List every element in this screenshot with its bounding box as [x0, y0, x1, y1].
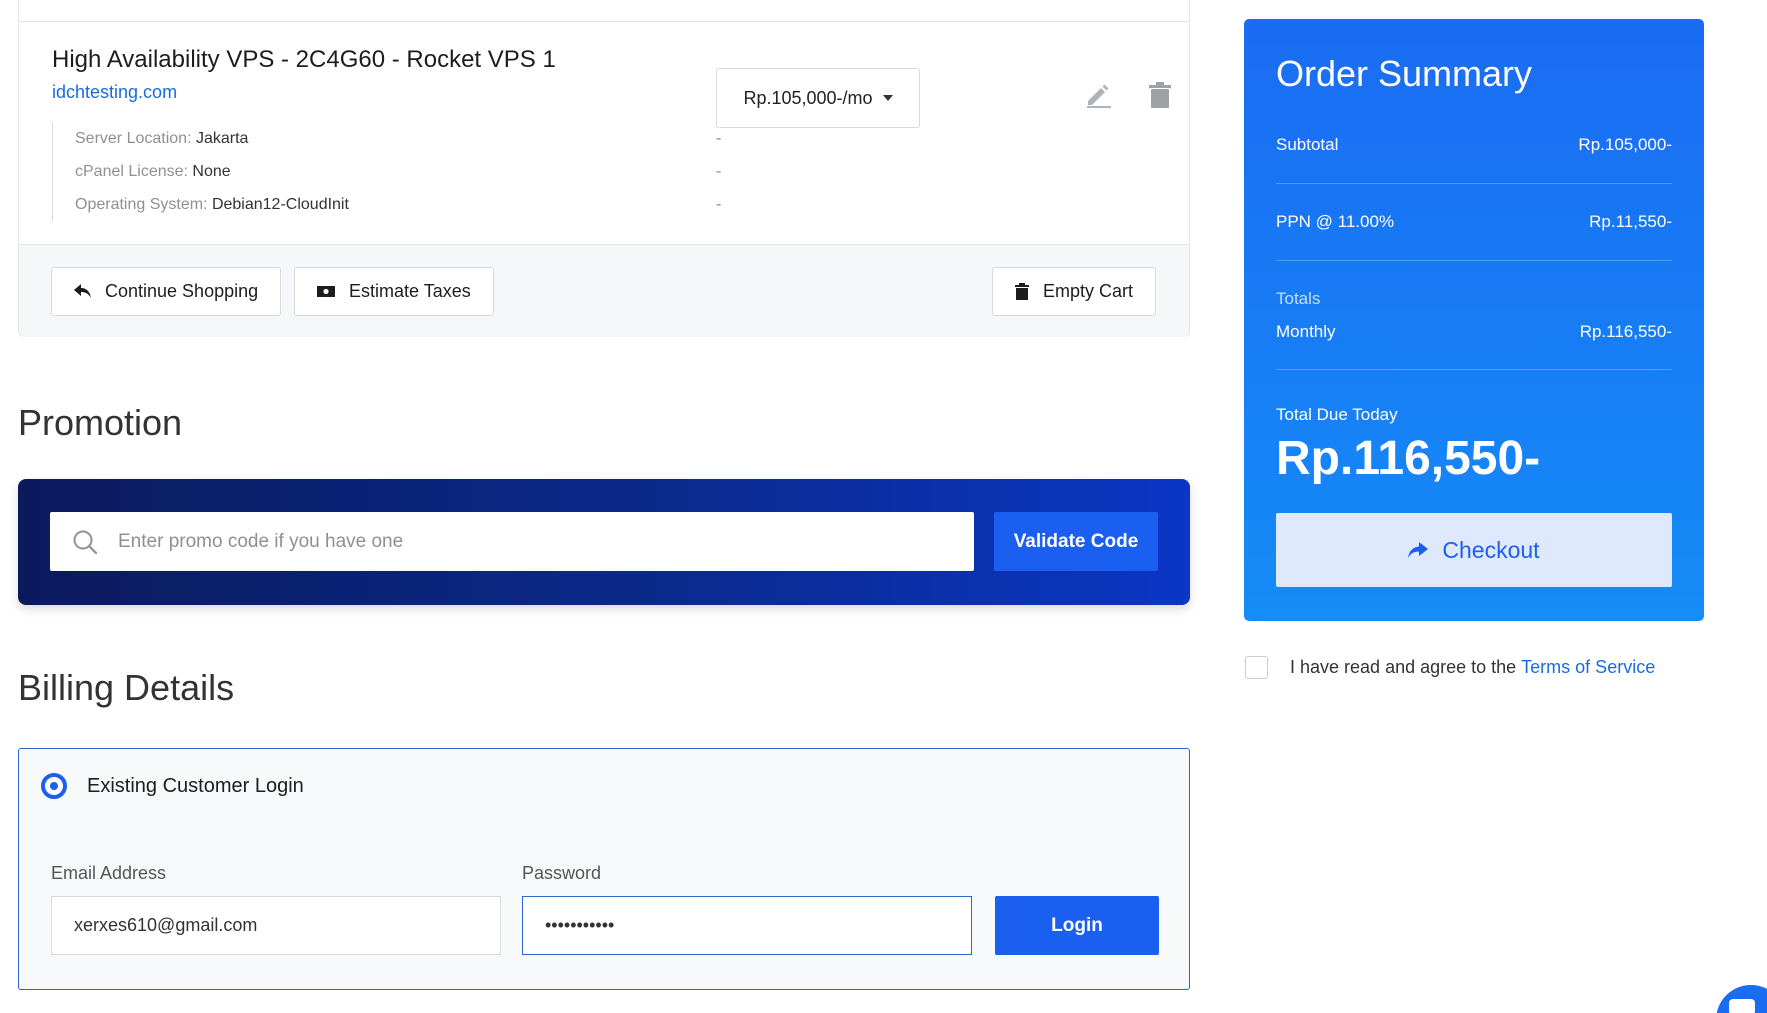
existing-customer-label: Existing Customer Login — [87, 775, 304, 797]
order-summary-title: Order Summary — [1276, 53, 1533, 94]
continue-shopping-label: Continue Shopping — [105, 281, 259, 301]
config-label: Operating System: — [75, 196, 208, 213]
subtotal-row: Subtotal Rp.105,000- — [1276, 135, 1672, 155]
cart-panel: High Availability VPS - 2C4G60 - Rocket … — [18, 0, 1190, 337]
promo-box: Validate Code — [18, 479, 1190, 605]
email-field[interactable] — [51, 896, 501, 955]
billing-cycle-select[interactable]: Rp.105,000-/mo — [716, 68, 920, 128]
config-row-cpanel: cPanel License: None — [75, 155, 349, 188]
config-price: - — [716, 196, 722, 213]
estimate-taxes-label: Estimate Taxes — [349, 281, 471, 301]
config-row-os: Operating System: Debian12-CloudInit — [75, 188, 349, 221]
summary-divider — [1276, 183, 1672, 184]
cart-actions-bar: Continue Shopping Estimate Taxes Empty C… — [19, 244, 1189, 337]
billing-heading: Billing Details — [18, 667, 235, 708]
summary-divider — [1276, 260, 1672, 261]
promotion-heading: Promotion — [18, 402, 183, 443]
order-summary: Order Summary Subtotal Rp.105,000- PPN @… — [1244, 19, 1704, 621]
caret-down-icon — [882, 95, 893, 101]
existing-customer-login-panel: Existing Customer Login Email Address Pa… — [18, 748, 1190, 990]
estimate-taxes-button[interactable]: Estimate Taxes — [294, 267, 494, 316]
config-label: Server Location: — [75, 130, 192, 147]
promo-code-input[interactable] — [114, 512, 974, 571]
billing-cycle-value: Rp.105,000-/mo — [743, 87, 873, 108]
password-field[interactable] — [522, 896, 972, 955]
terms-of-service-link[interactable]: Terms of Service — [1521, 657, 1655, 678]
config-value: Jakarta — [195, 130, 249, 147]
summary-divider — [1276, 369, 1672, 370]
config-label: cPanel License: — [75, 163, 188, 180]
chat-widget-button[interactable] — [1716, 985, 1767, 1013]
empty-cart-label: Empty Cart — [1043, 281, 1134, 301]
checkout-label: Checkout — [1442, 536, 1540, 563]
subtotal-label: Subtotal — [1276, 135, 1339, 154]
item-title: High Availability VPS - 2C4G60 - Rocket … — [52, 46, 556, 73]
totals-label: Totals — [1276, 289, 1321, 308]
tos-row: I have read and agree to the Terms of Se… — [1245, 656, 1655, 679]
total-due-label: Total Due Today — [1276, 405, 1398, 424]
validate-code-button[interactable]: Validate Code — [994, 512, 1158, 571]
monthly-row: Monthly Rp.116,550- — [1276, 322, 1672, 342]
cart-item: High Availability VPS - 2C4G60 - Rocket … — [19, 22, 1189, 244]
monthly-value: Rp.116,550- — [1579, 322, 1672, 341]
search-icon — [73, 529, 98, 554]
config-price-column: - - - — [716, 122, 721, 221]
continue-shopping-button[interactable]: Continue Shopping — [51, 267, 282, 316]
password-label: Password — [522, 863, 602, 883]
monthly-label: Monthly — [1276, 322, 1336, 341]
reply-arrow-icon — [74, 284, 91, 298]
item-config-list: Server Location: Jakarta cPanel License:… — [52, 122, 349, 221]
chat-icon — [1729, 999, 1755, 1013]
total-due-amount: Rp.116,550- — [1276, 432, 1541, 485]
tos-checkbox[interactable] — [1245, 656, 1268, 679]
money-icon — [317, 286, 335, 297]
checkout-button[interactable]: Checkout — [1276, 513, 1672, 587]
cart-top-strip — [19, 0, 1189, 22]
email-label: Email Address — [51, 863, 167, 883]
share-arrow-icon — [1408, 541, 1429, 558]
config-value: Debian12-CloudInit — [211, 196, 349, 213]
item-domain-link[interactable]: idchtesting.com — [52, 82, 177, 103]
config-price: - — [716, 163, 722, 180]
trash-icon — [1015, 283, 1029, 300]
existing-customer-radio[interactable] — [41, 773, 67, 799]
subtotal-value: Rp.105,000- — [1578, 135, 1672, 154]
tax-value: Rp.11,550- — [1589, 212, 1672, 231]
tax-label: PPN @ 11.00% — [1276, 212, 1395, 231]
tax-row: PPN @ 11.00% Rp.11,550- — [1276, 212, 1672, 232]
promo-input-wrap — [50, 512, 974, 571]
config-value: None — [192, 163, 231, 180]
tos-text: I have read and agree to the — [1290, 657, 1517, 677]
edit-icon[interactable] — [1085, 82, 1111, 113]
login-button[interactable]: Login — [995, 896, 1159, 955]
trash-icon[interactable] — [1149, 82, 1171, 113]
config-row-location: Server Location: Jakarta — [75, 122, 349, 155]
empty-cart-button[interactable]: Empty Cart — [992, 267, 1157, 316]
